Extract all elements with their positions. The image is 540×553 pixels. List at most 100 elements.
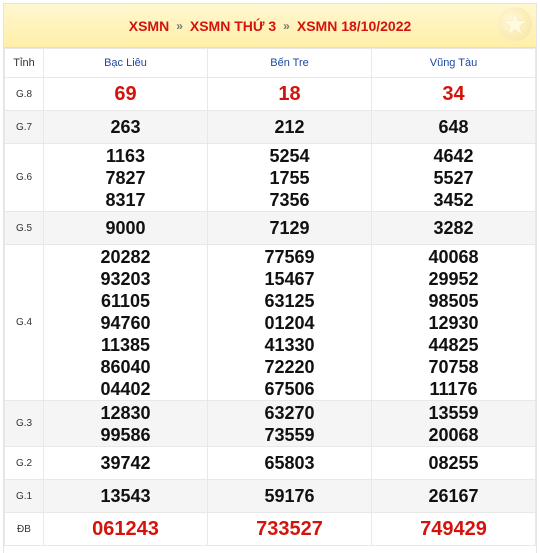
results-body: G.8 69 18 34 G.7 263 212 648 G.6 1163 7827 8317 5254… bbox=[4, 77, 536, 546]
prize-number: 8317 bbox=[105, 189, 146, 210]
prize-number: 13543 bbox=[100, 486, 151, 506]
prize-number: 18 bbox=[278, 83, 301, 105]
prize-row: G.4 20282 93203 61105 94760 11385 86040 04402 77… bbox=[4, 244, 536, 401]
prize-row: G.6 1163 7827 8317 5254 1755 7356 4642 5527 3452 bbox=[4, 143, 536, 212]
prize-cell: 648 bbox=[371, 110, 536, 144]
prize-number: 3282 bbox=[433, 218, 474, 238]
prize-cell: 1163 7827 8317 bbox=[43, 143, 208, 212]
prize-label: G.1 bbox=[4, 479, 44, 513]
prize-cell: 9000 bbox=[43, 211, 208, 245]
prize-number: 70758 bbox=[428, 356, 479, 377]
prize-number: 40068 bbox=[428, 246, 479, 267]
prize-number: 1163 bbox=[105, 145, 146, 166]
prize-row: G.1 13543 59176 26167 bbox=[4, 479, 536, 513]
prize-number: 7356 bbox=[269, 189, 310, 210]
prize-number: 20282 bbox=[100, 246, 151, 267]
prize-cell: 3282 bbox=[371, 211, 536, 245]
prize-cell: 20282 93203 61105 94760 11385 86040 04402 bbox=[43, 244, 208, 401]
prize-number: 26167 bbox=[428, 486, 479, 506]
column-header-ben-tre[interactable]: Bến Tre bbox=[207, 48, 372, 78]
prize-row: G.5 9000 7129 3282 bbox=[4, 211, 536, 245]
breadcrumb-separator: » bbox=[176, 18, 183, 33]
prize-cell: 5254 1755 7356 bbox=[207, 143, 372, 212]
prize-number: 648 bbox=[438, 117, 469, 137]
prize-number: 9000 bbox=[105, 218, 146, 238]
prize-number: 5254 bbox=[269, 145, 310, 166]
prize-label: G.3 bbox=[4, 400, 44, 447]
prize-cell: 59176 bbox=[207, 479, 372, 513]
prize-number: 212 bbox=[274, 117, 305, 137]
prize-number: 29952 bbox=[428, 268, 479, 289]
prize-cell: 39742 bbox=[43, 446, 208, 480]
prize-number: 65803 bbox=[264, 453, 315, 473]
prize-number: 63125 bbox=[264, 290, 315, 311]
prize-cell: 69 bbox=[43, 77, 208, 111]
prize-row: G.2 39742 65803 08255 bbox=[4, 446, 536, 480]
breadcrumb: XSMN » XSMN THỨ 3 » XSMN 18/10/2022 ★ bbox=[4, 4, 536, 48]
prize-number: 73559 bbox=[264, 424, 315, 445]
prize-label: G.2 bbox=[4, 446, 44, 480]
prize-number: 12930 bbox=[428, 312, 479, 333]
breadcrumb-link-date[interactable]: XSMN 18/10/2022 bbox=[297, 18, 411, 34]
prize-number: 41330 bbox=[264, 334, 315, 355]
breadcrumb-link-xsmn-thu-3[interactable]: XSMN THỨ 3 bbox=[190, 18, 276, 34]
prize-number: 77569 bbox=[264, 246, 315, 267]
prize-number: 39742 bbox=[100, 453, 151, 473]
prize-label: G.4 bbox=[4, 244, 44, 401]
prize-cell: 4642 5527 3452 bbox=[371, 143, 536, 212]
prize-row: G.8 69 18 34 bbox=[4, 77, 536, 111]
prize-number: 01204 bbox=[264, 312, 315, 333]
prize-number: 733527 bbox=[256, 518, 323, 540]
prize-cell: 34 bbox=[371, 77, 536, 111]
table-header-row: Tỉnh Bạc Liêu Bến Tre Vũng Tàu bbox=[4, 48, 536, 78]
prize-number: 61105 bbox=[100, 290, 151, 311]
prize-label: G.8 bbox=[4, 77, 44, 111]
prize-cell: 733527 bbox=[207, 512, 372, 546]
prize-number: 7827 bbox=[105, 167, 146, 188]
prize-label: G.6 bbox=[4, 143, 44, 212]
prize-number: 93203 bbox=[100, 268, 151, 289]
prize-number: 98505 bbox=[428, 290, 479, 311]
prize-cell: 212 bbox=[207, 110, 372, 144]
prize-number: 67506 bbox=[264, 378, 315, 399]
prize-row: G.7 263 212 648 bbox=[4, 110, 536, 144]
prize-number: 59176 bbox=[264, 486, 315, 506]
prize-number: 86040 bbox=[100, 356, 151, 377]
prize-cell: 749429 bbox=[371, 512, 536, 546]
prize-cell: 40068 29952 98505 12930 44825 70758 11176 bbox=[371, 244, 536, 401]
prize-cell: 26167 bbox=[371, 479, 536, 513]
prize-cell: 12830 99586 bbox=[43, 400, 208, 447]
prize-cell: 63270 73559 bbox=[207, 400, 372, 447]
breadcrumb-separator: » bbox=[283, 18, 290, 33]
prize-number: 12830 bbox=[100, 402, 151, 423]
prize-cell: 061243 bbox=[43, 512, 208, 546]
star-icon: ★ bbox=[498, 7, 532, 41]
prize-cell: 263 bbox=[43, 110, 208, 144]
prize-number: 69 bbox=[114, 83, 137, 105]
prize-cell: 65803 bbox=[207, 446, 372, 480]
prize-number: 99586 bbox=[100, 424, 151, 445]
prize-number: 44825 bbox=[428, 334, 479, 355]
breadcrumb-link-xsmn[interactable]: XSMN bbox=[129, 18, 169, 34]
results-table: Tỉnh Bạc Liêu Bến Tre Vũng Tàu G.8 69 18 34… bbox=[4, 48, 536, 546]
prize-number: 34 bbox=[442, 83, 465, 105]
prize-cell: 18 bbox=[207, 77, 372, 111]
prize-label: G.5 bbox=[4, 211, 44, 245]
prize-number: 749429 bbox=[420, 518, 487, 540]
prize-label: G.7 bbox=[4, 110, 44, 144]
prize-number: 04402 bbox=[100, 378, 151, 399]
prize-number: 263 bbox=[110, 117, 141, 137]
prize-cell: 08255 bbox=[371, 446, 536, 480]
prize-number: 11176 bbox=[429, 378, 478, 399]
results-panel: XSMN » XSMN THỨ 3 » XSMN 18/10/2022 ★ Tỉ… bbox=[3, 3, 537, 553]
column-header-bac-lieu[interactable]: Bạc Liêu bbox=[43, 48, 208, 78]
prize-number: 13559 bbox=[428, 402, 479, 423]
prize-row: G.3 12830 99586 63270 73559 13559 20068 bbox=[4, 400, 536, 447]
prize-number: 20068 bbox=[428, 424, 479, 445]
prize-number: 5527 bbox=[433, 167, 474, 188]
prize-number: 94760 bbox=[100, 312, 151, 333]
prize-number: 1755 bbox=[269, 167, 310, 188]
column-header-province: Tỉnh bbox=[4, 48, 44, 78]
prize-label: ĐB bbox=[4, 512, 44, 546]
column-header-vung-tau[interactable]: Vũng Tàu bbox=[371, 48, 536, 78]
